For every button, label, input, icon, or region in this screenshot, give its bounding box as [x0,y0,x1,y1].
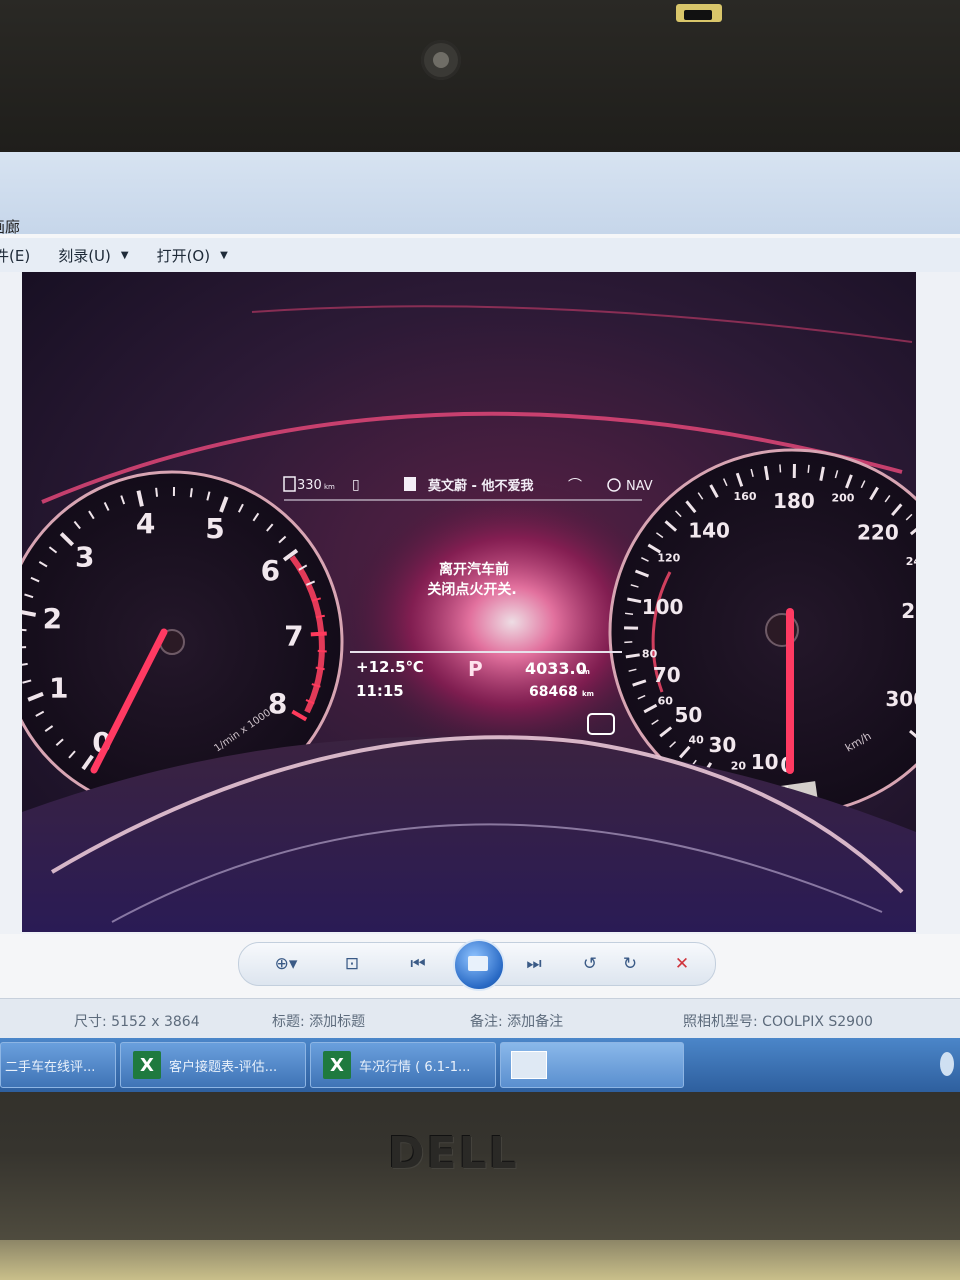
tach-tick [22,628,27,632]
taskbar-item-excel-1[interactable]: X 客户接题表-评估... [120,1042,306,1088]
tach-label: 6 [261,554,280,587]
tach-tick [155,487,159,497]
speed-label: 160 [734,490,757,503]
chevron-down-icon: ▼ [120,249,129,261]
taskbar-item-label: 车况行情 ( 6.1-1... [359,1059,471,1075]
chevron-down-icon: ▼ [220,249,228,261]
tray-icon[interactable] [940,1052,954,1076]
fit-icon[interactable]: ⊡ [339,951,365,977]
odometer-value: 68468 [529,684,578,700]
previous-icon[interactable]: ⏮ [405,951,431,977]
speed-label: 240 [906,555,916,568]
speed-label: 60 [658,694,674,707]
image-note[interactable]: 备注: 添加备注 [470,1011,563,1031]
outside-temperature: +12.5℃ [356,658,424,676]
phone-icon: ▯ [352,477,360,493]
speed-label: 180 [773,489,815,513]
zoom-icon[interactable]: ⊕▾ [273,951,299,977]
tach-tick [189,488,193,498]
excel-icon: X [323,1051,351,1079]
next-icon[interactable]: ⏭ [521,951,547,977]
tach-label: 5 [205,512,224,545]
warning-line-1: 离开汽车前 [439,561,509,578]
rotate-left-icon[interactable]: ↺ [577,951,603,977]
menu-open-label: 打开(O) [156,246,211,265]
menu-edit[interactable]: 件(E) [0,245,30,266]
speed-label: 140 [688,518,730,542]
tach-tick [317,649,327,653]
dell-logo: DELL [388,1128,519,1179]
taskbar-item-photo-viewer[interactable] [500,1042,684,1088]
menu-edit-label: 件(E) [0,246,31,265]
speed-label: 200 [831,491,854,504]
tach-label: 3 [75,541,94,574]
speed-label: 10 [751,750,779,774]
camera-model: 照相机型号: COOLPIX S2900 [683,1014,873,1030]
nav-label: NAV [626,479,653,494]
tach-label: 7 [284,619,303,652]
menubar: 件(E) 刻录(U) ▼ 打开(O) ▼ [0,238,960,273]
speed-label: 120 [657,551,680,564]
speed-label: 70 [653,663,681,687]
call-icon: ⌒ [568,478,582,494]
menu-burn[interactable]: 刻录(U) ▼ [58,245,128,266]
speed-label: 100 [642,595,684,619]
image-size: 尺寸: 5152 x 3864 [74,1014,200,1030]
laptop-bottom-edge [0,1240,960,1280]
delete-icon[interactable]: ✕ [669,951,695,977]
sticker [676,4,722,22]
tach-label: 2 [43,602,62,635]
slideshow-icon [468,956,488,971]
range-value: 330 [297,478,322,493]
trip-unit: km [578,668,590,676]
speed-label: 300 [885,687,916,711]
instrument-cluster: 012345678 1/min x 1000 01030507010014018… [22,272,916,932]
tach-label: 1 [49,671,68,704]
speed-label: 80 [642,647,658,660]
photo-viewport: 012345678 1/min x 1000 01030507010014018… [0,272,960,934]
warning-line-2: 关闭点火开关. [427,581,516,598]
tach-tick [310,631,327,637]
taskbar-item-label: 客户接题表-评估... [169,1059,278,1075]
taskbar-item-excel-2[interactable]: X 车况行情 ( 6.1-1... [310,1042,496,1088]
speed-label: 40 [688,733,704,746]
speed-label: 30 [709,733,737,757]
viewer-toolbar: ⊕▾ ⊡ ⏮ ⏭ ↺ ↻ ✕ [238,939,716,991]
gear-indicator: P [468,657,483,681]
speed-label: 50 [675,703,703,727]
slideshow-button[interactable] [453,939,505,991]
statusbar: 尺寸: 5152 x 3864 标题: 添加标题 备注: 添加备注 照相机型号:… [0,998,960,1039]
range-unit: km [324,483,335,491]
odometer-unit: km [582,690,594,698]
tach-label: 4 [136,507,155,540]
speed-tick [807,464,810,473]
taskbar-item-browser[interactable]: 二手车在线评... [0,1042,116,1088]
clock: 11:15 [356,682,404,700]
window-titlebar: 画廊 [0,152,960,236]
speed-label: 260 [901,599,916,623]
excel-icon: X [133,1051,161,1079]
taskbar-item-label: 二手车在线评... [5,1059,96,1075]
webcam [421,40,461,80]
screen: 画廊 件(E) 刻录(U) ▼ 打开(O) ▼ [0,152,960,1092]
rotate-right-icon[interactable]: ↻ [617,951,643,977]
speed-tick [624,612,634,615]
image-title[interactable]: 标题: 添加标题 [272,1011,365,1031]
taskbar: 二手车在线评... X 客户接题表-评估... X 车况行情 ( 6.1-1..… [0,1038,960,1092]
speed-label: 20 [731,760,747,773]
speed-label: 220 [857,521,899,545]
now-playing: 莫文蔚 - 他不爱我 [427,478,533,494]
menu-open[interactable]: 打开(O) ▼ [157,245,228,266]
dashboard-photo: 012345678 1/min x 1000 01030507010014018… [22,272,916,932]
photo-viewer-icon [511,1051,547,1079]
window-title: 画廊 [0,218,21,236]
speed-tick [625,653,640,659]
menu-burn-label: 刻录(U) [58,246,111,265]
speed-tick [779,464,782,473]
